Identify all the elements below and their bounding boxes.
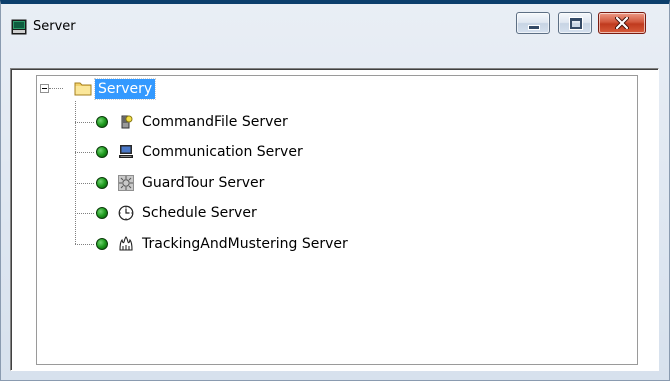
tree-item-label: Schedule Server: [142, 205, 257, 221]
tree-connector: [75, 213, 94, 214]
window-title: Server: [33, 19, 76, 34]
minimize-button[interactable]: [516, 12, 550, 34]
status-online-icon: [96, 207, 108, 219]
tree-connector: [75, 122, 94, 123]
close-button[interactable]: [598, 12, 646, 34]
server-window: Server: [0, 0, 670, 381]
tree-connector: [75, 244, 94, 245]
maximize-button[interactable]: [558, 12, 592, 34]
computer-icon: [119, 145, 133, 158]
tree-item-label: TrackingAndMustering Server: [142, 236, 348, 252]
server-tree-panel[interactable]: [10, 68, 659, 371]
mustering-icon: [119, 236, 133, 251]
status-online-icon: [96, 146, 108, 158]
maximize-icon: [569, 17, 583, 30]
tree-connector: [75, 183, 94, 184]
command-file-icon: [121, 115, 133, 129]
status-online-icon: [96, 238, 108, 250]
status-online-icon: [96, 177, 108, 189]
minimize-icon: [528, 25, 540, 30]
close-icon: [599, 13, 645, 33]
clock-icon: [118, 205, 134, 221]
tree-item-label: CommandFile Server: [142, 114, 288, 130]
tree-root-servery[interactable]: Servery: [93, 78, 157, 100]
tree-connector: [49, 88, 63, 89]
tree-item-label: GuardTour Server: [142, 175, 265, 191]
tree-connector: [75, 152, 94, 153]
collapse-toggle[interactable]: [40, 84, 49, 93]
tree-item-label: Communication Server: [142, 144, 303, 160]
server-app-icon: [11, 19, 27, 35]
folder-icon: [74, 82, 92, 96]
title-bar[interactable]: Server: [1, 4, 669, 44]
guard-tour-icon: [118, 175, 134, 191]
status-online-icon: [96, 116, 108, 128]
